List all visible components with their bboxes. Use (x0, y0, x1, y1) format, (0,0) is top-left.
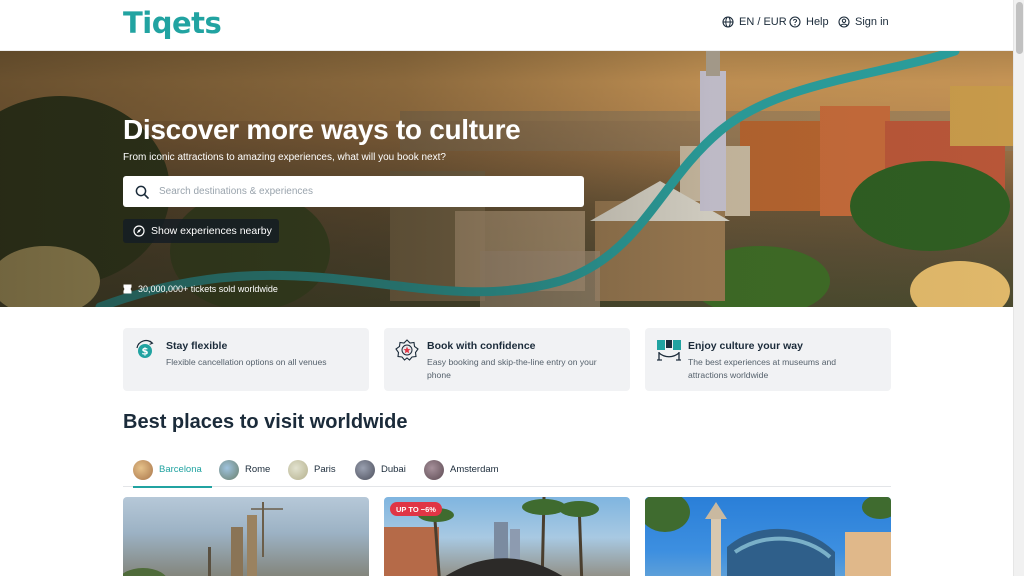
tiqets-logo[interactable]: Tiqets (123, 6, 222, 40)
usp-card-confidence: Book with confidence Easy booking and sk… (384, 328, 630, 391)
hero-banner: Discover more ways to culture From iconi… (0, 51, 1013, 307)
usp-card-culture: Enjoy culture your way The best experien… (645, 328, 891, 391)
usp-description: The best experiences at museums and attr… (688, 357, 837, 380)
ticket-badge-icon (395, 339, 419, 361)
tab-amsterdam[interactable]: Amsterdam (424, 453, 499, 486)
page: Tiqets EN / EUR Help Sign in Discover mo… (0, 0, 1013, 576)
tab-label: Barcelona (159, 464, 202, 475)
tab-label: Paris (314, 464, 336, 475)
usp-description: Flexible cancellation options on all ven… (166, 357, 327, 367)
language-currency-selector[interactable]: EN / EUR (722, 16, 787, 28)
hero-title: Discover more ways to culture (123, 114, 521, 145)
attraction-card[interactable] (123, 497, 369, 576)
tab-dubai[interactable]: Dubai (355, 453, 406, 486)
cash-refresh-icon: $ (136, 339, 154, 358)
tickets-sold-stat: 30,000,000+ tickets sold worldwide (123, 284, 278, 294)
tab-rome[interactable]: Rome (219, 453, 270, 486)
question-icon (789, 16, 801, 28)
sagrada-familia-image (123, 502, 283, 576)
usp-title: Book with confidence (427, 340, 536, 352)
usp-card-flexible: $ Stay flexible Flexible cancellation op… (123, 328, 369, 391)
tab-paris[interactable]: Paris (288, 453, 336, 486)
usp-title: Stay flexible (166, 340, 228, 352)
tab-barcelona[interactable]: Barcelona (133, 453, 212, 488)
best-places-title: Best places to visit worldwide (123, 411, 408, 433)
help-label: Help (806, 16, 829, 28)
casa-batllo-image (645, 497, 891, 576)
discount-badge: UP TO −6% (390, 502, 442, 516)
ticket-icon (123, 284, 132, 294)
usp-title: Enjoy culture your way (688, 340, 803, 352)
tickets-sold-label: 30,000,000+ tickets sold worldwide (138, 284, 278, 294)
search-icon (135, 185, 149, 199)
hero-subtitle: From iconic attractions to amazing exper… (123, 152, 446, 163)
scrollbar-thumb[interactable] (1016, 2, 1023, 54)
globe-icon (722, 16, 734, 28)
help-link[interactable]: Help (789, 16, 829, 28)
language-label: EN / EUR (739, 16, 787, 28)
museum-rope-icon (657, 340, 681, 361)
attraction-card[interactable] (645, 497, 891, 576)
city-avatar (219, 459, 239, 480)
show-nearby-button[interactable]: Show experiences nearby (123, 219, 279, 243)
city-avatar (424, 459, 444, 480)
tab-label: Dubai (381, 464, 406, 475)
show-nearby-label: Show experiences nearby (151, 225, 272, 237)
search-input[interactable] (159, 177, 584, 206)
site-header: Tiqets EN / EUR Help Sign in (0, 0, 1013, 51)
sign-in-link[interactable]: Sign in (838, 16, 889, 28)
city-tabs: Barcelona Rome Paris Dubai Amsterdam (123, 449, 891, 488)
city-avatar (288, 459, 308, 480)
compass-icon (133, 225, 145, 237)
sign-in-label: Sign in (855, 16, 889, 28)
tab-label: Rome (245, 464, 271, 475)
vertical-scrollbar[interactable] (1013, 0, 1024, 576)
tab-label: Amsterdam (450, 464, 499, 475)
city-avatar (133, 459, 153, 480)
city-avatar (355, 459, 375, 480)
svg-text:$: $ (142, 347, 149, 358)
attraction-card[interactable]: UP TO −6% (384, 497, 630, 576)
usp-description: Easy booking and skip-the-line entry on … (427, 357, 597, 380)
search-bar[interactable] (123, 176, 584, 207)
user-icon (838, 16, 850, 28)
